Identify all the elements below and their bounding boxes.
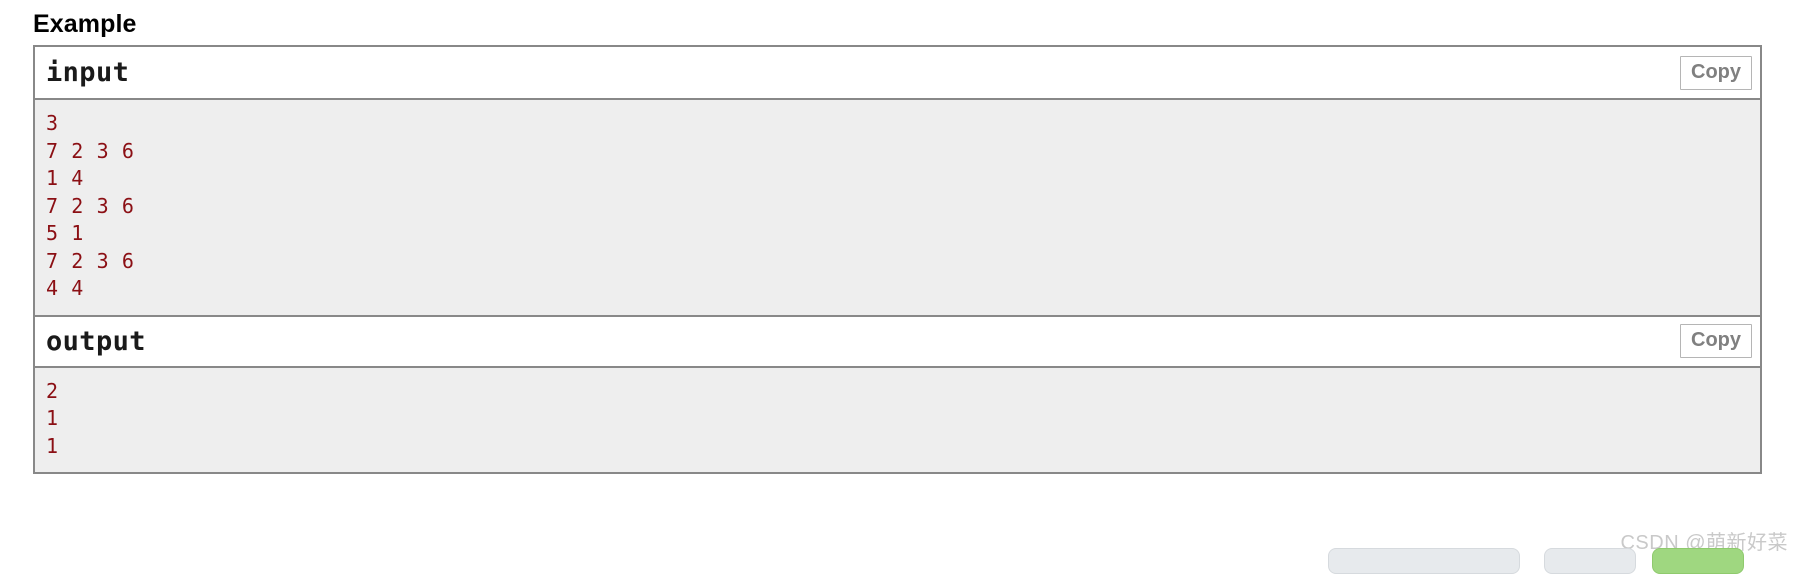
footer-widget-primary-action[interactable] xyxy=(1652,548,1744,574)
output-title-row: output Copy xyxy=(35,314,1760,366)
copy-output-button[interactable]: Copy xyxy=(1680,324,1752,358)
footer-widget-large[interactable] xyxy=(1328,548,1520,574)
page-title: Example xyxy=(33,10,137,38)
code-line: 1 xyxy=(46,406,59,430)
input-label: input xyxy=(46,57,130,88)
output-code-block: 2 1 1 xyxy=(35,365,1760,472)
code-line: 7 2 3 6 xyxy=(46,248,135,273)
code-line: 1 xyxy=(46,433,59,458)
sample-tests-container: input Copy 3 7 2 3 6 1 4 7 2 3 6 5 1 7 2… xyxy=(33,45,1762,474)
copy-input-button[interactable]: Copy xyxy=(1680,55,1752,90)
code-line: 2 xyxy=(46,378,59,403)
footer-widget-small[interactable] xyxy=(1544,548,1636,574)
code-line: 5 1 xyxy=(46,221,84,245)
code-line: 3 xyxy=(46,111,59,135)
input-title-row: input Copy xyxy=(35,47,1760,98)
input-code-block: 3 7 2 3 6 1 4 7 2 3 6 5 1 7 2 3 6 4 4 xyxy=(35,98,1760,315)
code-line: 4 4 xyxy=(46,276,84,300)
output-label: output xyxy=(46,325,146,357)
code-line: 1 4 xyxy=(46,166,84,190)
code-line: 7 2 3 6 xyxy=(46,193,135,218)
code-line: 7 2 3 6 xyxy=(46,138,135,163)
